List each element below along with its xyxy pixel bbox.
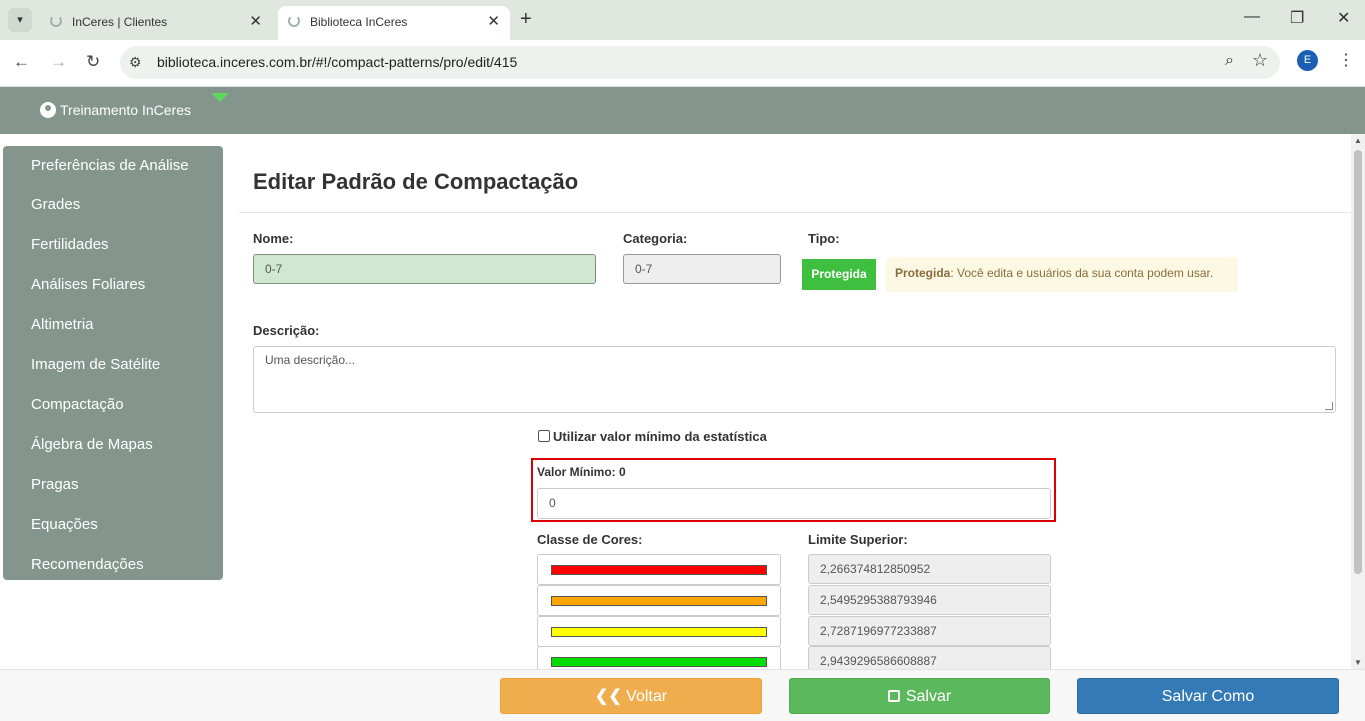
- app-header: Treinamento InCeres: [0, 87, 1365, 134]
- color-class-picker[interactable]: [537, 585, 781, 616]
- descricao-placeholder: Uma descrição...: [265, 353, 356, 367]
- voltar-label: Voltar: [626, 688, 668, 705]
- scroll-thumb[interactable]: [1354, 150, 1362, 574]
- browser-menu-icon[interactable]: ⋮: [1338, 50, 1354, 70]
- tab-loading-icon: [288, 15, 300, 27]
- sidebar-item-preferencias[interactable]: Preferências de Análise: [31, 157, 189, 174]
- tab-search-chevron-icon[interactable]: ▾: [8, 8, 32, 32]
- new-tab-icon[interactable]: +: [520, 8, 532, 31]
- sidebar-item-altimetria[interactable]: Altimetria: [31, 316, 94, 333]
- nome-input[interactable]: 0-7: [253, 254, 596, 284]
- back-arrow-icon[interactable]: ←: [13, 52, 30, 72]
- sidebar-item-compactacao[interactable]: Compactação: [31, 396, 124, 413]
- tab-close-icon[interactable]: ✕: [487, 12, 500, 30]
- sidebar-item-recomendacoes[interactable]: Recomendações: [31, 556, 144, 573]
- profile-avatar[interactable]: E: [1297, 50, 1318, 71]
- sidebar-item-grades[interactable]: Grades: [31, 196, 80, 213]
- user-name: Treinamento InCeres: [60, 102, 191, 118]
- valor-minimo-label: Valor Mínimo: 0: [537, 465, 626, 479]
- address-bar[interactable]: ⚙ biblioteca.inceres.com.br/#!/compact-p…: [120, 46, 1280, 79]
- salvar-como-label: Salvar Como: [1161, 688, 1255, 705]
- tab-title: InCeres | Clientes: [72, 15, 168, 29]
- tipo-note-strong: Protegida: [895, 266, 951, 280]
- window-close-icon[interactable]: ✕: [1337, 8, 1350, 28]
- action-footer: ❮❮ Voltar Salvar Salvar Como: [0, 669, 1365, 721]
- limite-superior-input[interactable]: 2,266374812850952: [808, 554, 1051, 584]
- voltar-button[interactable]: ❮❮ Voltar: [500, 678, 762, 714]
- salvar-como-button[interactable]: Salvar Como: [1077, 678, 1339, 714]
- salvar-button[interactable]: Salvar: [789, 678, 1050, 714]
- connection-status-icon: [211, 93, 229, 102]
- divider: [239, 212, 1351, 213]
- sidebar-item-equacoes[interactable]: Equações: [31, 516, 98, 533]
- color-swatch: [551, 596, 767, 606]
- tipo-label: Tipo:: [808, 231, 840, 246]
- descricao-label: Descrição:: [253, 323, 320, 338]
- floppy-disk-icon: [887, 690, 900, 702]
- browser-tab-clientes[interactable]: InCeres | Clientes ✕: [40, 6, 272, 40]
- color-swatch: [551, 657, 767, 667]
- categoria-select[interactable]: 0-7: [623, 254, 781, 284]
- url-text[interactable]: biblioteca.inceres.com.br/#!/compact-pat…: [157, 54, 517, 70]
- descricao-textarea[interactable]: Uma descrição...: [253, 346, 1336, 413]
- valor-minimo-input[interactable]: 0: [537, 488, 1051, 519]
- sidebar: Preferências de Análise Grades Fertilida…: [3, 146, 223, 580]
- tipo-protegida-button[interactable]: Protegida: [802, 259, 876, 290]
- browser-tab-biblioteca[interactable]: Biblioteca InCeres ✕: [278, 6, 510, 40]
- categoria-label: Categoria:: [623, 231, 688, 246]
- user-menu[interactable]: Treinamento InCeres: [40, 102, 191, 118]
- double-chevron-left-icon: ❮❮: [594, 688, 627, 705]
- sidebar-item-pragas[interactable]: Pragas: [31, 476, 79, 493]
- scroll-down-icon[interactable]: ▼: [1354, 658, 1362, 667]
- limite-superior-input[interactable]: 2,7287196977233887: [808, 616, 1051, 646]
- edit-form: Editar Padrão de Compactação Nome: 0-7 C…: [239, 134, 1365, 677]
- salvar-label: Salvar: [905, 688, 952, 705]
- color-class-picker[interactable]: [537, 554, 781, 585]
- zoom-icon[interactable]: ⌕: [1225, 52, 1234, 70]
- sidebar-item-fertilidades[interactable]: Fertilidades: [31, 236, 109, 253]
- browser-toolbar: ← → ↻ ⚙ biblioteca.inceres.com.br/#!/com…: [0, 40, 1365, 87]
- min-stat-checkbox[interactable]: [538, 430, 550, 442]
- nome-label: Nome:: [253, 231, 294, 246]
- tab-close-icon[interactable]: ✕: [249, 12, 262, 30]
- color-swatch: [551, 565, 767, 575]
- color-class-picker[interactable]: [537, 616, 781, 647]
- min-stat-checkbox-label[interactable]: Utilizar valor mínimo da estatística: [553, 429, 767, 444]
- tab-title: Biblioteca InCeres: [310, 15, 408, 29]
- scroll-up-icon[interactable]: ▲: [1354, 136, 1362, 145]
- color-swatch: [551, 627, 767, 637]
- resize-handle-icon[interactable]: [1325, 402, 1333, 410]
- limite-superior-label: Limite Superior:: [808, 532, 908, 547]
- user-icon: [40, 102, 56, 118]
- tab-loading-icon: [50, 15, 62, 27]
- scrollbar[interactable]: ▲ ▼: [1351, 134, 1365, 669]
- forward-arrow-icon[interactable]: →: [50, 52, 67, 72]
- minimize-icon[interactable]: —: [1244, 8, 1260, 26]
- page-title: Editar Padrão de Compactação: [253, 169, 579, 194]
- sidebar-item-algebra-mapas[interactable]: Álgebra de Mapas: [31, 436, 153, 453]
- sidebar-item-analises-foliares[interactable]: Análises Foliares: [31, 276, 145, 293]
- browser-tab-bar: ▾ InCeres | Clientes ✕ Biblioteca InCere…: [0, 0, 1365, 40]
- tipo-note-text: : Você edita e usuários da sua conta pod…: [950, 266, 1214, 280]
- tipo-info-alert: Protegida: Você edita e usuários da sua …: [886, 257, 1238, 292]
- reload-icon[interactable]: ↻: [86, 52, 100, 72]
- bookmark-star-icon[interactable]: ☆: [1252, 50, 1268, 71]
- site-info-icon[interactable]: ⚙: [129, 54, 142, 71]
- classe-cores-label: Classe de Cores:: [537, 532, 643, 547]
- sidebar-item-imagem-satelite[interactable]: Imagem de Satélite: [31, 356, 160, 373]
- restore-icon[interactable]: ❐: [1290, 8, 1304, 28]
- limite-superior-input[interactable]: 2,5495295388793946: [808, 585, 1051, 615]
